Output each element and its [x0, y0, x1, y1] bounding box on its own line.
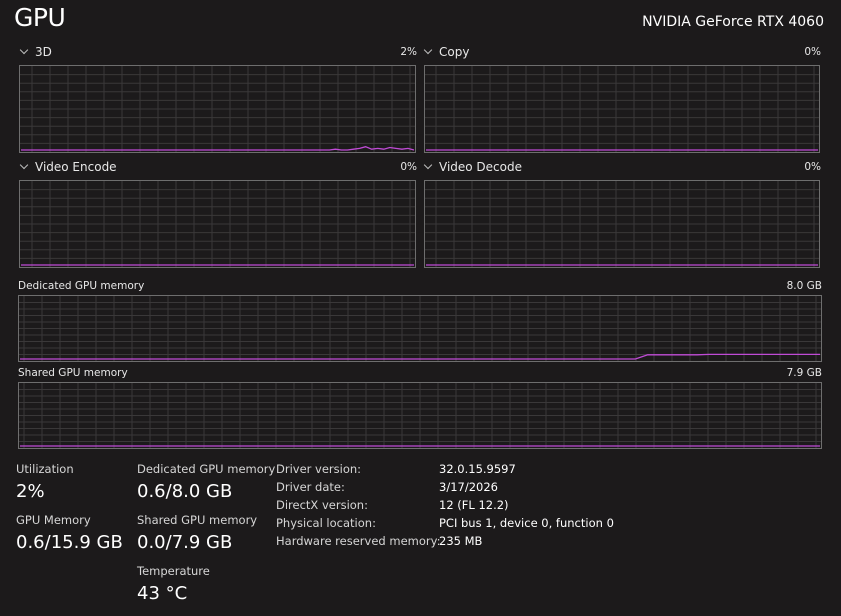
series-line	[21, 146, 415, 151]
graph-canvas	[20, 66, 415, 152]
info-label: DirectX version:	[276, 498, 368, 512]
engine-value: 0%	[804, 46, 821, 58]
info-label: Driver version:	[276, 462, 362, 476]
dedicated-memory-value: 0.6/8.0 GB	[137, 481, 233, 502]
page-title: GPU	[14, 3, 66, 32]
chevron-down-icon	[423, 160, 433, 170]
engine-value: 0%	[804, 161, 821, 173]
info-value: PCI bus 1, device 0, function 0	[439, 516, 614, 530]
utilization-label: Utilization	[16, 462, 74, 476]
info-value: 235 MB	[439, 534, 483, 548]
chevron-down-icon	[19, 45, 29, 55]
graph-canvas	[425, 66, 819, 152]
chevron-down-icon	[19, 160, 29, 170]
engine-selector-3d[interactable]: 3D	[18, 45, 52, 59]
gpu-memory-label: GPU Memory	[16, 513, 91, 527]
gpu-model-name: NVIDIA GeForce RTX 4060	[642, 14, 824, 30]
info-value: 3/17/2026	[439, 480, 498, 494]
engine-selector-video-decode[interactable]: Video Decode	[422, 160, 522, 174]
dedicated-memory-graph	[18, 295, 822, 362]
info-value: 32.0.15.9597	[439, 462, 516, 476]
temperature-value: 43 °C	[137, 583, 188, 604]
graph-canvas	[19, 296, 821, 361]
engine-graph-video-encode	[19, 180, 416, 268]
dedicated-memory-label: Dedicated GPU memory	[137, 462, 276, 476]
gpu-memory-value: 0.6/15.9 GB	[16, 532, 123, 553]
engine-graph-video-decode	[424, 180, 820, 268]
engine-name: 3D	[35, 45, 52, 59]
dedicated-memory-graph-label: Dedicated GPU memory	[18, 280, 145, 292]
shared-memory-graph	[18, 382, 822, 449]
engine-value: 0%	[400, 161, 417, 173]
engine-selector-video-encode[interactable]: Video Encode	[18, 160, 117, 174]
info-value: 12 (FL 12.2)	[439, 498, 509, 512]
info-label: Physical location:	[276, 516, 376, 530]
shared-memory-max: 7.9 GB	[786, 367, 822, 379]
chevron-down-icon	[423, 45, 433, 55]
engine-name: Video Encode	[35, 160, 117, 174]
shared-memory-label: Shared GPU memory	[137, 513, 258, 527]
engine-name: Copy	[439, 45, 470, 59]
info-label: Hardware reserved memory:	[276, 534, 441, 548]
shared-memory-graph-label: Shared GPU memory	[18, 367, 128, 379]
engine-graph-3d	[19, 65, 416, 153]
utilization-value: 2%	[16, 481, 45, 502]
info-label: Driver date:	[276, 480, 345, 494]
engine-value: 2%	[400, 46, 417, 58]
graph-canvas	[19, 383, 821, 448]
graph-canvas	[425, 181, 819, 267]
engine-selector-copy[interactable]: Copy	[422, 45, 469, 59]
shared-memory-value: 0.0/7.9 GB	[137, 532, 233, 553]
temperature-label: Temperature	[137, 564, 210, 578]
engine-name: Video Decode	[439, 160, 522, 174]
engine-graph-copy	[424, 65, 820, 153]
graph-canvas	[20, 181, 415, 267]
dedicated-memory-max: 8.0 GB	[786, 280, 822, 292]
